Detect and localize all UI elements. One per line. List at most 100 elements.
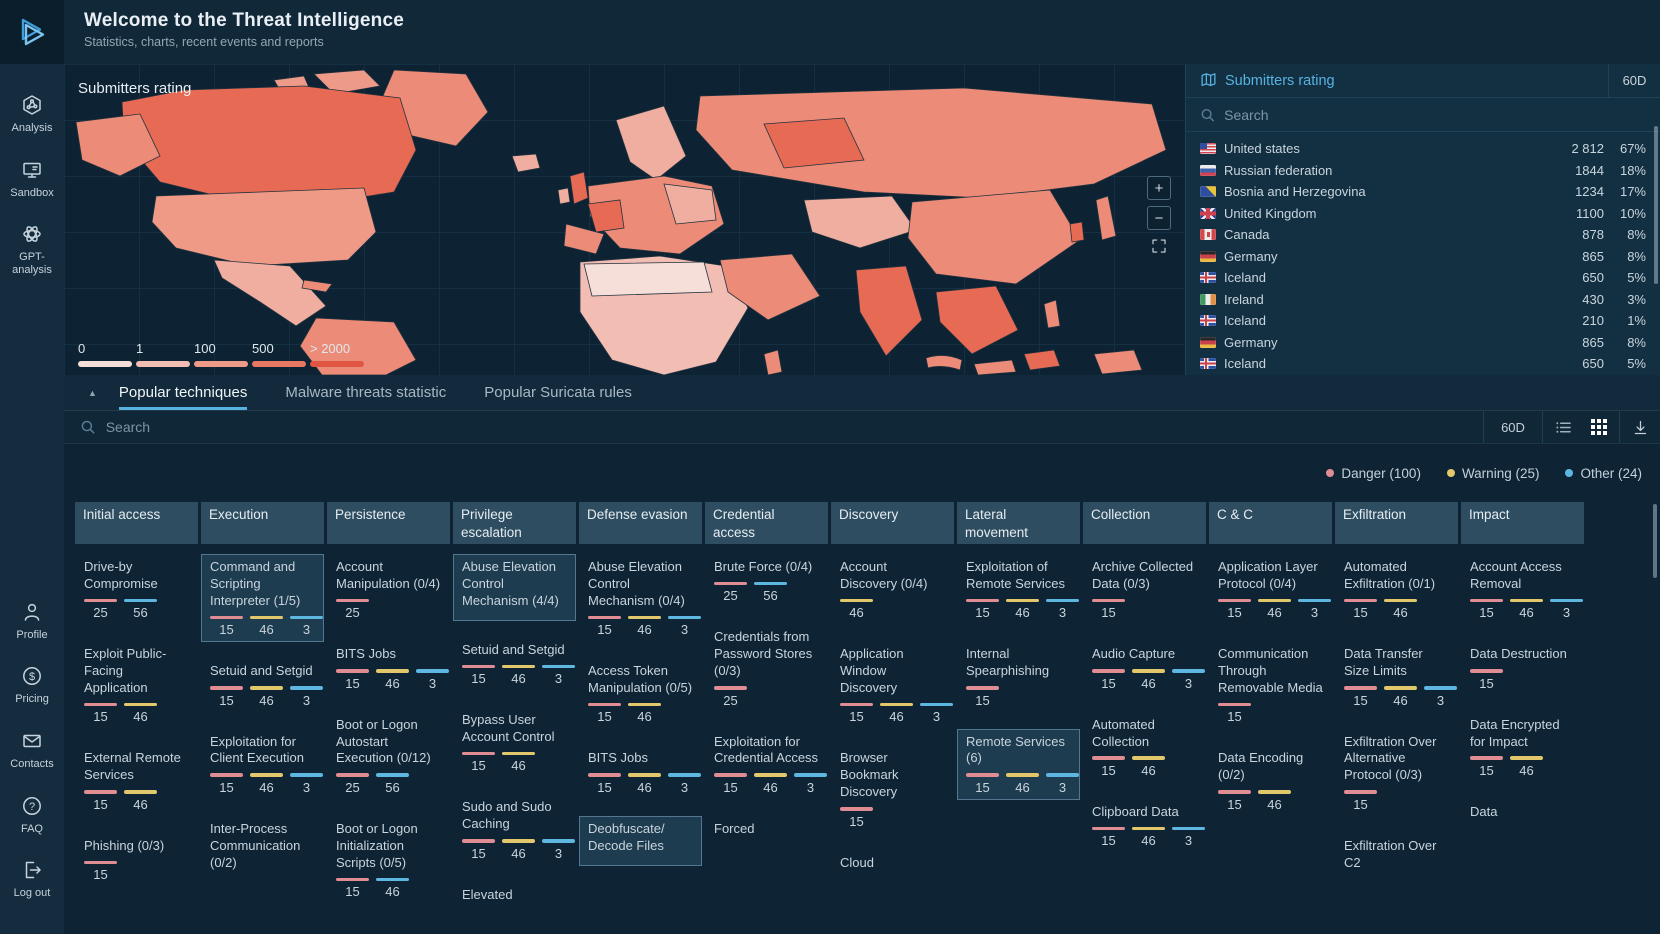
technique-cell[interactable]: Account Manipulation (0/4)25: [327, 554, 450, 625]
panel-search-input[interactable]: [1224, 107, 1646, 123]
country-row[interactable]: Germany8658%: [1200, 332, 1650, 354]
stat-other: 3: [1046, 773, 1079, 795]
technique-cell[interactable]: Clipboard Data15463: [1083, 799, 1206, 853]
technique-cell[interactable]: Automated Exfiltration (0/1)1546: [1335, 554, 1458, 625]
technique-cell[interactable]: Setuid and Setgid15463: [453, 637, 576, 691]
technique-cell[interactable]: Abuse Elevation Control Mechanism (4/4): [453, 554, 576, 621]
fullscreen-button[interactable]: [1147, 236, 1171, 260]
sidebar-item-pricing[interactable]: $Pricing: [0, 663, 64, 706]
technique-cell[interactable]: Application Layer Protocol (0/4)15463: [1209, 554, 1332, 625]
stat-warning: 46: [376, 669, 409, 691]
download-icon: [1632, 419, 1649, 436]
legend-warning[interactable]: Warning (25): [1447, 466, 1540, 481]
country-row[interactable]: United Kingdom110010%: [1200, 203, 1650, 225]
technique-cell[interactable]: Sudo and Sudo Caching15463: [453, 794, 576, 865]
sidebar-item-faq[interactable]: ?FAQ: [0, 793, 64, 836]
country-row[interactable]: Canada8788%: [1200, 224, 1650, 246]
technique-cell[interactable]: Drive-by Compromise2556: [75, 554, 198, 625]
tab-malware-threats-statistic[interactable]: Malware threats statistic: [285, 375, 446, 410]
tab-popular-techniques[interactable]: Popular techniques: [119, 375, 247, 410]
zoom-in-button[interactable]: +: [1147, 176, 1171, 200]
technique-cell[interactable]: Exploitation for Client Execution15463: [201, 729, 324, 800]
country-row[interactable]: United states2 81267%: [1200, 138, 1650, 160]
technique-cell[interactable]: Setuid and Setgid15463: [201, 658, 324, 712]
sidebar-item-gpt[interactable]: GPT-analysis: [0, 221, 64, 276]
technique-cell[interactable]: Account Discovery (0/4)46: [831, 554, 954, 625]
technique-cell[interactable]: Forced: [705, 816, 828, 849]
collapse-arrow-icon[interactable]: ▲: [88, 388, 97, 398]
country-row[interactable]: Russian federation184418%: [1200, 160, 1650, 182]
tab-popular-suricata-rules[interactable]: Popular Suricata rules: [484, 375, 632, 410]
country-row[interactable]: Iceland6505%: [1200, 267, 1650, 289]
stat-value: 3: [1185, 676, 1192, 691]
country-row[interactable]: Iceland6505%: [1200, 353, 1650, 375]
stat-bar-danger: [210, 773, 243, 777]
techniques-search-input[interactable]: [106, 419, 1467, 435]
technique-cell[interactable]: Credentials from Password Stores (0/3)25: [705, 624, 828, 712]
stat-warning: 46: [628, 703, 661, 725]
technique-cell[interactable]: Exploitation for Credential Access15463: [705, 729, 828, 800]
legend-other[interactable]: Other (24): [1565, 466, 1642, 481]
technique-cell[interactable]: Data: [1461, 799, 1584, 832]
technique-cell[interactable]: BITS Jobs15463: [579, 745, 702, 799]
toolbar-range-button[interactable]: 60D: [1483, 411, 1542, 443]
app-logo[interactable]: [0, 0, 64, 64]
technique-cell[interactable]: Exploit Public-Facing Application1546: [75, 641, 198, 729]
download-button[interactable]: [1619, 411, 1660, 443]
technique-cell[interactable]: External Remote Services1546: [75, 745, 198, 816]
stat-bar-danger: [1344, 599, 1377, 603]
panel-scrollbar[interactable]: [1654, 126, 1658, 284]
technique-cell[interactable]: Abuse Elevation Control Mechanism (0/4)1…: [579, 554, 702, 642]
profile-icon: [19, 599, 45, 625]
legend-danger[interactable]: Danger (100): [1326, 466, 1421, 481]
sidebar-item-profile[interactable]: Profile: [0, 599, 64, 642]
sidebar-item-sandbox[interactable]: Sandbox: [0, 157, 64, 200]
technique-cell[interactable]: Exfiltration Over Alternative Protocol (…: [1335, 729, 1458, 817]
stat-value: 15: [1227, 797, 1241, 812]
technique-cell[interactable]: Cloud: [831, 850, 954, 883]
world-map[interactable]: Submitters rating 01100500> 2000 +−: [64, 64, 1185, 375]
technique-cell[interactable]: Access Token Manipulation (0/5)1546: [579, 658, 702, 729]
zoom-out-button[interactable]: −: [1147, 206, 1171, 230]
technique-cell[interactable]: Exploitation of Remote Services15463: [957, 554, 1080, 625]
technique-cell[interactable]: Elevated: [453, 882, 576, 915]
country-row[interactable]: Iceland2101%: [1200, 310, 1650, 332]
matrix-scrollbar[interactable]: [1653, 504, 1657, 578]
technique-cell[interactable]: Data Encrypted for Impact1546: [1461, 712, 1584, 783]
country-row[interactable]: Ireland4303%: [1200, 289, 1650, 311]
sidebar-item-analysis[interactable]: Analysis: [0, 92, 64, 135]
technique-cell[interactable]: Boot or Logon Initialization Scripts (0/…: [327, 816, 450, 904]
technique-cell[interactable]: Bypass User Account Control1546: [453, 707, 576, 778]
country-row[interactable]: Germany8658%: [1200, 246, 1650, 268]
technique-cell[interactable]: Communication Through Removable Media15: [1209, 641, 1332, 729]
technique-cell[interactable]: Brute Force (0/4)2556: [705, 554, 828, 608]
sidebar-item-contacts[interactable]: Contacts: [0, 728, 64, 771]
technique-cell[interactable]: Audio Capture15463: [1083, 641, 1206, 695]
grid-view-icon[interactable]: [1590, 418, 1608, 436]
country-row[interactable]: Bosnia and Herzegovina123417%: [1200, 181, 1650, 203]
technique-cell[interactable]: Inter-Process Communication (0/2): [201, 816, 324, 883]
technique-cell[interactable]: Data Transfer Size Limits15463: [1335, 641, 1458, 712]
technique-cell[interactable]: Data Destruction15: [1461, 641, 1584, 695]
technique-cell[interactable]: Deobfuscate/ Decode Files: [579, 816, 702, 866]
technique-cell[interactable]: Exfiltration Over C2: [1335, 833, 1458, 883]
technique-cell[interactable]: Automated Collection1546: [1083, 712, 1206, 783]
panel-range-button[interactable]: 60D: [1608, 64, 1660, 97]
technique-cell[interactable]: Account Access Removal15463: [1461, 554, 1584, 625]
technique-cell[interactable]: Boot or Logon Autostart Execution (0/12)…: [327, 712, 450, 800]
technique-cell[interactable]: Internal Spearphishing15: [957, 641, 1080, 712]
stat-other: 3: [1172, 669, 1205, 691]
stat-bar-warning: [124, 790, 157, 794]
technique-cell[interactable]: Archive Collected Data (0/3)15: [1083, 554, 1206, 625]
technique-cell[interactable]: Data Encoding (0/2)1546: [1209, 745, 1332, 816]
technique-cell[interactable]: Remote Services (6)15463: [957, 729, 1080, 800]
technique-cell[interactable]: Application Window Discovery15463: [831, 641, 954, 729]
sidebar-item-logout[interactable]: Log out: [0, 857, 64, 900]
technique-cell[interactable]: BITS Jobs15463: [327, 641, 450, 695]
technique-cell[interactable]: Phishing (0/3)15: [75, 833, 198, 887]
technique-cell[interactable]: Browser Bookmark Discovery15: [831, 745, 954, 833]
technique-stats: 2556: [336, 773, 441, 795]
technique-cell[interactable]: Command and Scripting Interpreter (1/5)1…: [201, 554, 324, 642]
list-view-icon[interactable]: [1554, 418, 1572, 436]
stat-danger: 15: [1218, 790, 1251, 812]
